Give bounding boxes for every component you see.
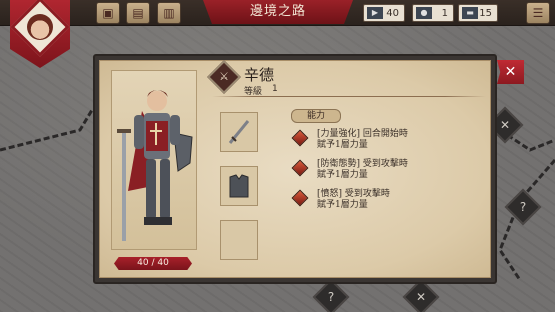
page-title: 邊境之路: [203, 0, 353, 24]
skill-title: [力量強化] 回合開始時: [317, 129, 408, 139]
cards-icon: ▤: [132, 6, 144, 20]
divider: [212, 96, 486, 97]
sword-icon: [228, 120, 250, 144]
question-icon: ?: [519, 200, 527, 214]
menu-button[interactable]: ☰: [526, 2, 550, 24]
skill-item[interactable]: [防衛態勢] 受到攻擊時 賦予1層力量: [291, 159, 462, 183]
character-name: 辛德: [244, 66, 275, 84]
knight-figure: [117, 90, 193, 241]
accessory-slot[interactable]: [220, 220, 258, 260]
inventory-button[interactable]: ▣: [96, 2, 120, 24]
water-drop-icon: ●: [416, 7, 432, 19]
close-button[interactable]: ✕: [497, 60, 524, 84]
flag-icon: ▶: [367, 7, 383, 19]
crossed-swords-icon: ✕: [499, 118, 511, 132]
journal-button[interactable]: ▥: [157, 2, 181, 24]
deck-button[interactable]: ▤: [126, 2, 150, 24]
character-portrait: [111, 70, 197, 250]
skill-desc: 賦予1層力量: [317, 170, 368, 180]
skill-title: [憤怒] 受到攻擊時: [317, 189, 390, 199]
bag-icon: ▣: [102, 6, 114, 20]
skill-gem-icon: [291, 159, 309, 177]
resource-flag: ▶ 40: [363, 4, 405, 22]
skill-item[interactable]: [憤怒] 受到攻擊時 賦予1層力量: [291, 189, 462, 213]
skill-item[interactable]: [力量強化] 回合開始時 賦予1層力量: [291, 129, 462, 153]
hp-bar: 40 / 40: [114, 257, 192, 270]
sword-emblem-icon: ⚔: [219, 70, 229, 83]
skill-title: [防衛態勢] 受到攻擊時: [317, 159, 408, 169]
skill-desc: 賦予1層力量: [317, 200, 368, 210]
scroll-menu-icon: ☰: [532, 6, 544, 20]
book-icon: ▥: [163, 6, 175, 20]
question-icon: ?: [327, 290, 335, 304]
close-icon: ✕: [504, 64, 517, 80]
scroll-icon: ▬: [462, 7, 478, 19]
crossed-swords-icon: ✕: [415, 290, 427, 304]
tab-abilities[interactable]: 能力: [291, 109, 341, 123]
resource-water: ● 1: [412, 4, 454, 22]
skill-gem-icon: [291, 189, 309, 207]
weapon-slot[interactable]: [220, 112, 258, 152]
level-value: 1: [272, 84, 278, 94]
resource-scroll: ▬ 15: [458, 4, 498, 22]
avatar: [27, 14, 53, 40]
skill-gem-icon: [291, 129, 309, 147]
skill-desc: 賦予1層力量: [317, 140, 368, 150]
armor-slot[interactable]: [220, 166, 258, 206]
chestplate-icon: [229, 174, 249, 198]
